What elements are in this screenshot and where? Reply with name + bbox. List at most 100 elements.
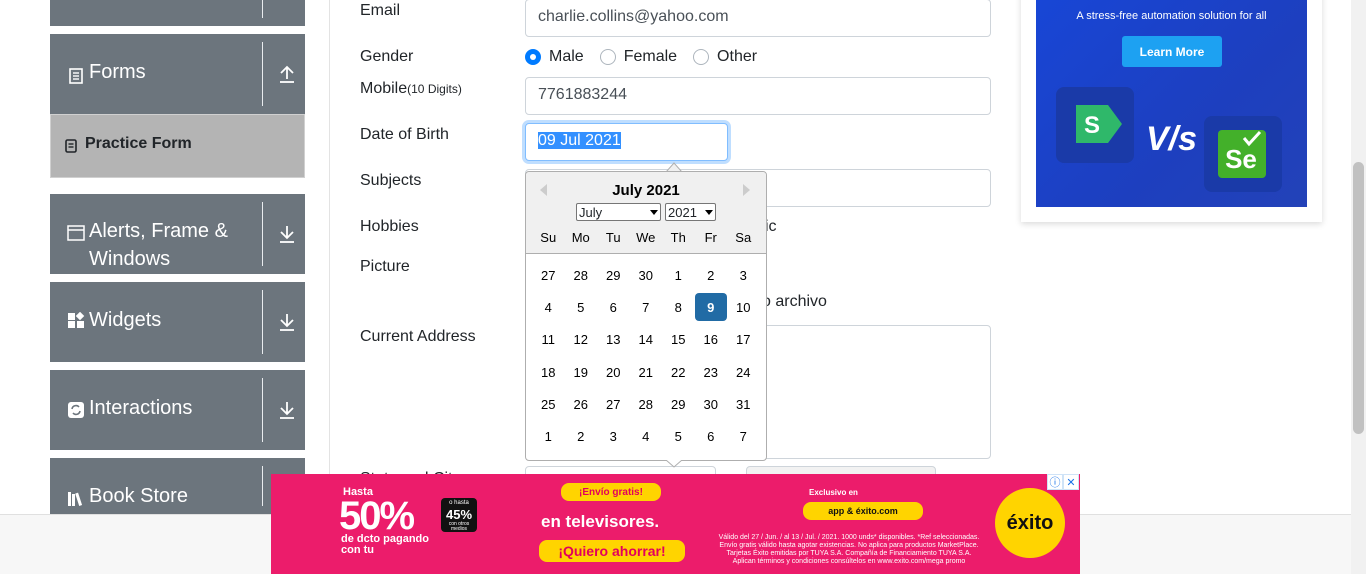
page: Forms Practice Form Alerts, Frame & Wind… (0, 0, 1366, 574)
day-cell[interactable]: 19 (565, 358, 598, 386)
datepicker-days: 27 28 29 30 1 2 3 4 5 6 7 8 9 10 11 12 13 14 15 16 17 18 19 20 2… (532, 261, 760, 455)
ad-app-pill: app & éxito.com (803, 502, 923, 520)
day-cell[interactable]: 12 (565, 326, 598, 354)
weekday-label: Fr (704, 230, 717, 245)
weekday-header: Su Mo Tu We Th Fr Sa (532, 230, 760, 245)
katalon-logo: S (1056, 87, 1134, 163)
year-select-value: 2021 (668, 204, 697, 220)
day-cell[interactable]: 29 (597, 261, 630, 289)
day-cell[interactable]: 8 (662, 293, 695, 321)
day-cell[interactable]: 26 (565, 391, 598, 419)
day-cell[interactable]: 23 (695, 358, 728, 386)
ad-badge: o hasta 45% con otros medios (441, 498, 477, 532)
exito-logo: éxito (995, 488, 1065, 558)
ad-cta-button[interactable]: ¡Quiero ahorrar! (539, 540, 685, 562)
right-ad-banner[interactable]: A stress-free automation solution for al… (1036, 0, 1307, 207)
mobile-label: Mobile(10 Digits) (360, 80, 462, 98)
day-cell[interactable]: 7 (630, 293, 663, 321)
gender-radio-other[interactable] (693, 49, 710, 65)
ad-info-icon[interactable]: ⓘ (1047, 474, 1063, 490)
day-cell[interactable]: 28 (630, 391, 663, 419)
sidebar-group-label: Widgets (89, 309, 162, 331)
day-cell[interactable]: 28 (565, 261, 598, 289)
year-select[interactable]: 2021 (665, 203, 716, 221)
day-cell[interactable]: 29 (662, 391, 695, 419)
day-cell[interactable]: 21 (630, 358, 663, 386)
gender-option-other-label[interactable]: Other (717, 48, 757, 66)
day-cell[interactable]: 13 (597, 326, 630, 354)
sidebar-group-alerts[interactable]: Alerts, Frame & Windows (50, 194, 305, 274)
sidebar-group-label: Interactions (89, 397, 193, 419)
group-divider (262, 0, 263, 18)
vertical-scrollbar[interactable] (1351, 0, 1366, 574)
ad-badge-line1: o hasta (449, 500, 469, 506)
day-cell[interactable]: 3 (597, 423, 630, 451)
day-cell[interactable]: 31 (727, 391, 760, 419)
day-cell[interactable]: 18 (532, 358, 565, 386)
day-cell[interactable]: 25 (532, 391, 565, 419)
day-cell[interactable]: 6 (695, 423, 728, 451)
week-row: 18 19 20 21 22 23 24 (532, 358, 760, 390)
day-cell-selected[interactable]: 9 (694, 293, 727, 322)
gender-option-male-label[interactable]: Male (549, 48, 584, 66)
day-cell[interactable]: 14 (630, 326, 663, 354)
week-row: 27 28 29 30 1 2 3 (532, 261, 760, 293)
file-status-fragment: o archivo (762, 293, 827, 310)
day-cell[interactable]: 4 (532, 293, 565, 321)
day-cell[interactable]: 22 (662, 358, 695, 386)
ad-percent-badge: 45% (445, 507, 473, 522)
day-cell[interactable]: 30 (630, 261, 663, 289)
list-icon (69, 68, 83, 84)
sidebar-group-book-store[interactable]: Book Store (50, 458, 305, 514)
day-cell[interactable]: 27 (532, 261, 565, 289)
bottom-ad-banner[interactable]: Hasta 50% o hasta 45% con otros medios d… (271, 474, 1080, 574)
arrow-down-icon[interactable] (278, 312, 296, 332)
gender-option-female-label[interactable]: Female (624, 48, 677, 66)
next-month-icon[interactable] (743, 184, 750, 196)
sidebar-group-label: Book Store (89, 485, 188, 507)
day-cell[interactable]: 2 (565, 423, 598, 451)
chevron-down-icon (650, 209, 658, 215)
day-cell[interactable]: 15 (662, 326, 695, 354)
mobile-field[interactable]: 7761883244 (525, 77, 991, 115)
day-cell[interactable]: 30 (695, 391, 728, 419)
day-cell[interactable]: 5 (565, 293, 598, 321)
arrow-down-icon[interactable] (278, 224, 296, 244)
sidebar-group-elements[interactable] (50, 0, 305, 26)
gender-radio-female[interactable] (599, 49, 616, 65)
date-of-birth-input[interactable]: 09 Jul 2021 (525, 123, 728, 161)
arrow-up-icon[interactable] (278, 64, 296, 84)
sidebar-group-interactions[interactable]: Interactions (50, 370, 305, 450)
day-cell[interactable]: 10 (727, 293, 760, 321)
day-cell[interactable]: 1 (662, 261, 695, 289)
day-cell[interactable]: 2 (695, 261, 728, 289)
month-select[interactable]: July (576, 203, 661, 221)
sidebar-group-widgets[interactable]: Widgets (50, 282, 305, 362)
ad-close-icon[interactable]: ✕ (1063, 474, 1079, 490)
learn-more-button[interactable]: Learn More (1122, 36, 1222, 67)
sidebar-item-practice-form[interactable]: Practice Form (50, 114, 305, 178)
selenium-logo-mark: Se (1218, 130, 1266, 178)
ad-envio-pill: ¡Envío gratis! (561, 483, 661, 501)
arrow-down-icon[interactable] (278, 400, 296, 420)
day-cell[interactable]: 24 (727, 358, 760, 386)
sidebar-group-forms[interactable]: Forms (50, 34, 305, 114)
day-cell[interactable]: 17 (727, 326, 760, 354)
day-cell[interactable]: 16 (695, 326, 728, 354)
day-cell[interactable]: 11 (532, 326, 565, 354)
day-cell[interactable]: 3 (727, 261, 760, 289)
gender-label: Gender (360, 48, 414, 65)
scrollbar-thumb[interactable] (1353, 162, 1364, 434)
day-cell[interactable]: 20 (597, 358, 630, 386)
gender-radio-male[interactable] (525, 49, 541, 65)
date-of-birth-value: 09 Jul 2021 (538, 132, 621, 149)
day-cell[interactable]: 1 (532, 423, 565, 451)
group-divider (262, 290, 263, 354)
day-cell[interactable]: 27 (597, 391, 630, 419)
day-cell[interactable]: 4 (630, 423, 663, 451)
day-cell[interactable]: 6 (597, 293, 630, 321)
day-cell[interactable]: 7 (727, 423, 760, 451)
day-cell[interactable]: 5 (662, 423, 695, 451)
group-divider (262, 202, 263, 266)
email-field[interactable]: charlie.collins@yahoo.com (525, 0, 991, 37)
